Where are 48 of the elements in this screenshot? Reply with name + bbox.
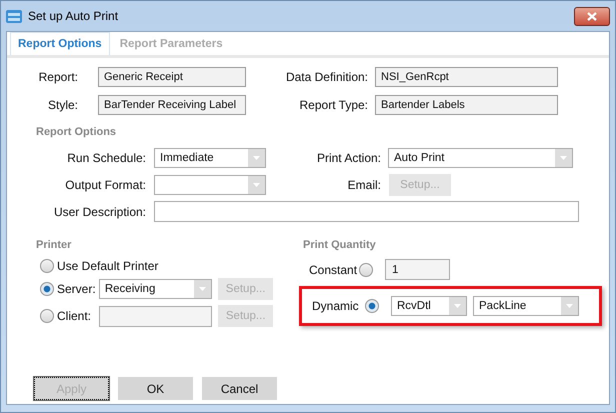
- caret-icon: [566, 304, 573, 308]
- dialog-button[interactable]: OK: [118, 377, 193, 400]
- caret-icon: [253, 156, 260, 160]
- description-input[interactable]: [154, 201, 579, 222]
- readonly-field: NSI_GenRcpt: [375, 67, 558, 87]
- dropdown-value: RcvDtl: [396, 300, 432, 312]
- print-action-dropdown[interactable]: Auto Print: [388, 148, 573, 168]
- tab[interactable]: Report Options: [10, 32, 110, 55]
- field-label: Style:: [46, 98, 78, 112]
- radio-button[interactable]: [359, 262, 373, 276]
- run-schedule-dropdown[interactable]: Immediate: [154, 148, 266, 168]
- field-label: Email:: [346, 178, 381, 192]
- window-app-icon: [6, 10, 22, 22]
- dialog-button[interactable]: Cancel: [202, 377, 277, 400]
- dropdown-value: Receiving: [104, 283, 156, 295]
- caret-icon: [560, 156, 567, 160]
- quantity-dropdown[interactable]: PackLine: [473, 296, 579, 316]
- dropdown-value: PackLine: [478, 300, 528, 312]
- radio-button[interactable]: [40, 259, 54, 273]
- quantity-input[interactable]: 1: [385, 259, 450, 280]
- radio-button[interactable]: [365, 299, 379, 313]
- window-title: Set up Auto Print: [28, 9, 118, 23]
- caret-icon: [253, 183, 260, 187]
- field-label: Output Format:: [64, 178, 146, 192]
- dropdown-value: Immediate: [159, 152, 215, 164]
- close-icon: [587, 12, 597, 21]
- field-label: Report:: [38, 70, 78, 84]
- caret-icon: [454, 304, 461, 308]
- field-label: Run Schedule:: [66, 151, 146, 165]
- radio-label[interactable]: Use Default Printer: [57, 259, 158, 273]
- field-label: Report Type:: [298, 98, 368, 112]
- caret-icon: [199, 287, 206, 291]
- field-label: Data Definition:: [284, 70, 368, 84]
- section-heading: Report Options: [36, 126, 116, 138]
- field-label: User Description:: [52, 204, 146, 218]
- quantity-dropdown[interactable]: RcvDtl: [391, 296, 467, 316]
- dropdown-value: Auto Print: [393, 152, 446, 164]
- radio-label[interactable]: Constant: [309, 262, 359, 276]
- section-heading: Print Quantity: [303, 239, 376, 251]
- field-label: Print Action:: [316, 151, 381, 165]
- readonly-field: BarTender Receiving Label: [98, 95, 246, 115]
- client-input[interactable]: [98, 306, 212, 326]
- readonly-field: Generic Receipt: [98, 67, 246, 87]
- close-button[interactable]: [574, 7, 610, 26]
- readonly-field: Bartender Labels: [375, 95, 558, 115]
- output-format-dropdown[interactable]: [154, 175, 266, 195]
- section-heading: Printer: [36, 239, 72, 251]
- radio-label[interactable]: Dynamic: [312, 299, 365, 313]
